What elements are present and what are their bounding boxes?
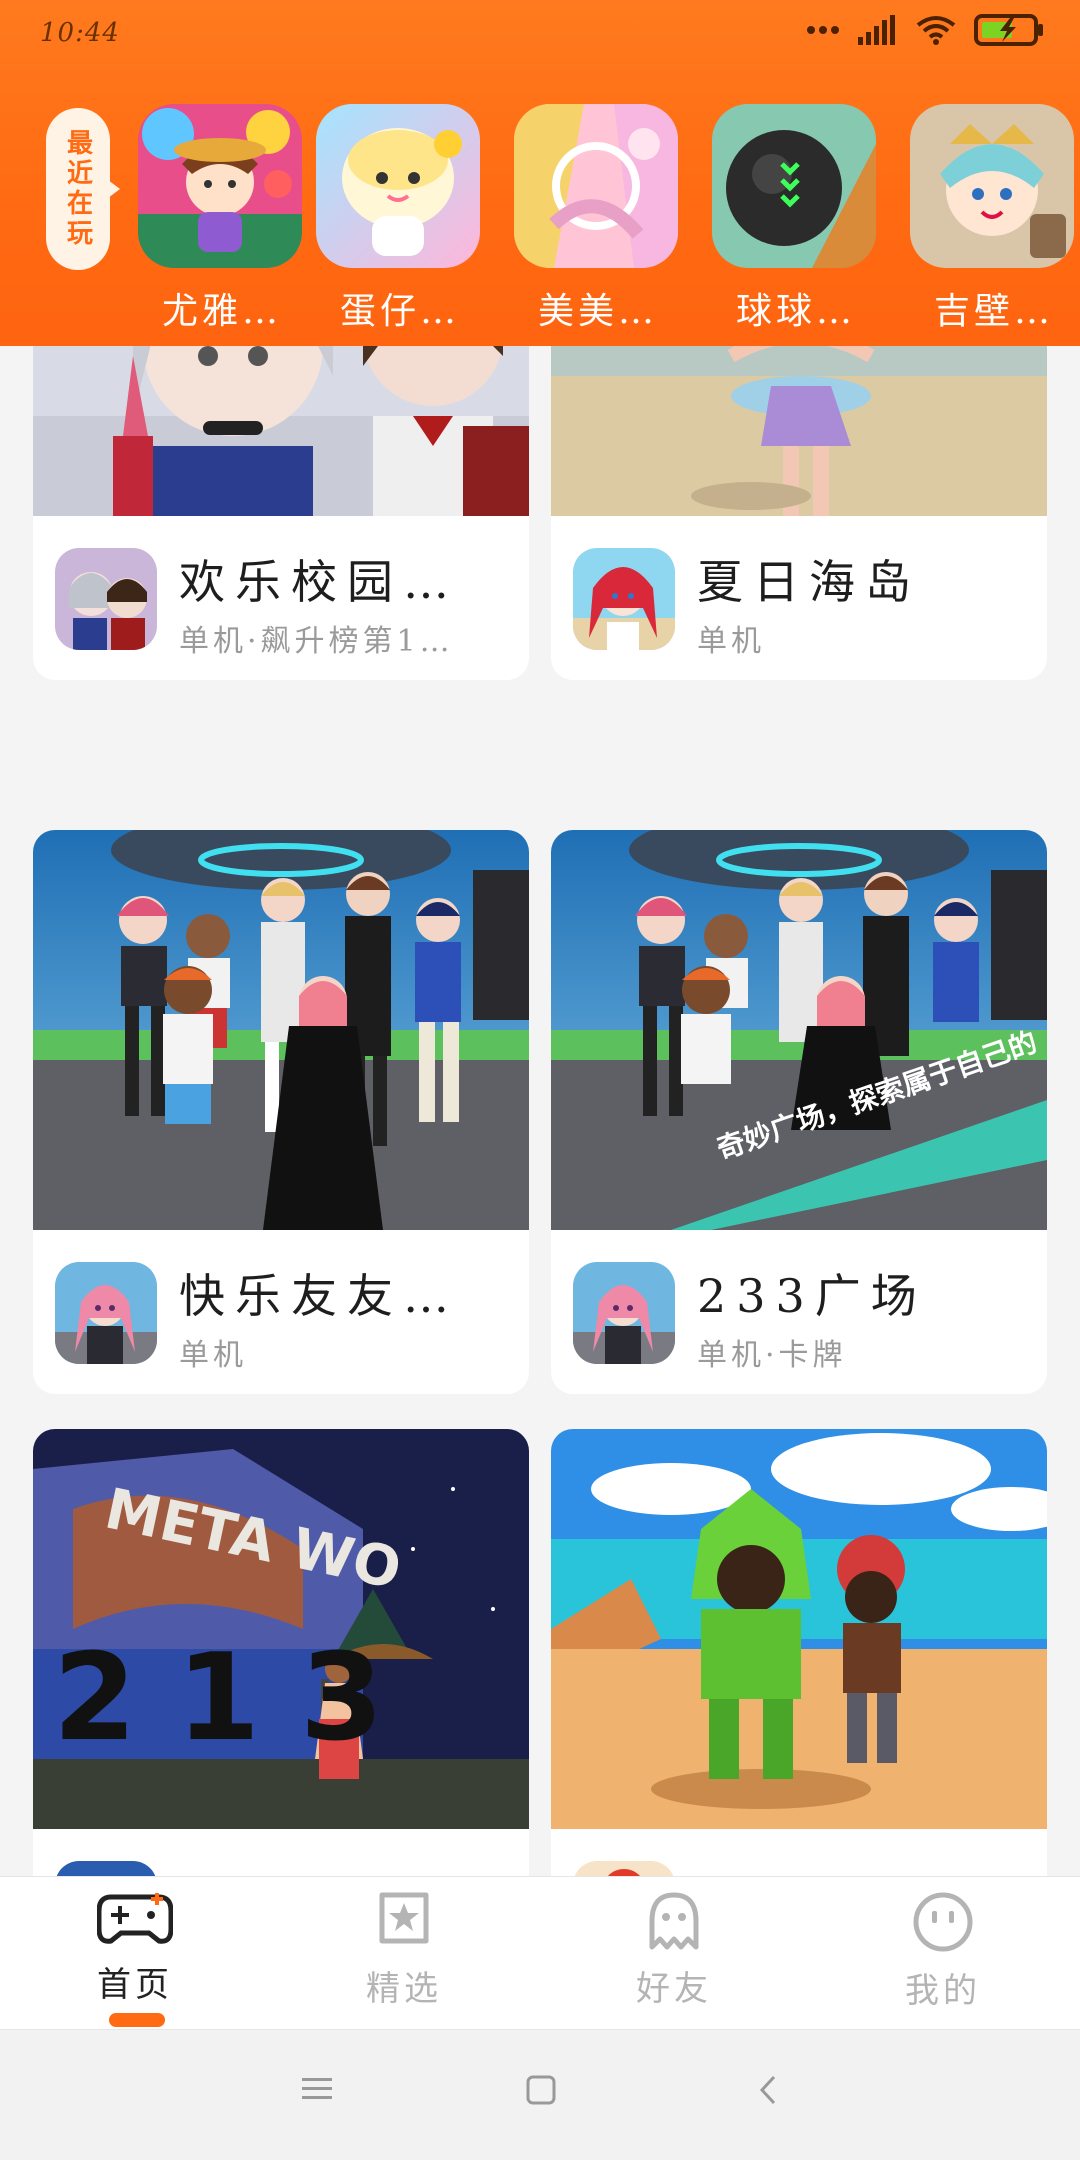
game-icon	[910, 104, 1074, 268]
game-icon	[55, 1861, 157, 1876]
game-card-info	[33, 1829, 529, 1876]
game-title: 欢乐校园…	[179, 555, 459, 609]
game-cover-image	[551, 1429, 1047, 1829]
status-time: 10:44	[40, 18, 120, 48]
tab-label: 精选	[366, 1969, 442, 2009]
game-title: 快乐友友…	[179, 1269, 459, 1323]
star-bookmark-icon	[334, 1891, 474, 1951]
game-card[interactable]: 快乐友友… 单机	[33, 830, 529, 1394]
tab-label: 好友	[636, 1969, 712, 2009]
game-icon	[573, 548, 675, 650]
game-card[interactable]: 欢乐校园… 单机·飙升榜第1…	[33, 346, 529, 680]
gamepad-icon	[65, 1891, 205, 1947]
game-icon	[138, 104, 302, 268]
tab-friends[interactable]: 好友	[604, 1891, 744, 2021]
recent-game-item[interactable]: 吉壁…	[910, 104, 1078, 334]
wifi-icon	[916, 15, 956, 45]
game-icon	[514, 104, 678, 268]
game-card[interactable]: META WO 213	[33, 1429, 529, 1876]
game-cover-image	[33, 830, 529, 1230]
game-subtitle: 单机	[697, 624, 765, 659]
game-subtitle: 单机·卡牌	[697, 1338, 847, 1373]
tab-me[interactable]: 我的	[873, 1891, 1013, 2021]
game-icon	[55, 548, 157, 650]
recent-game-label: 蛋仔…	[339, 291, 460, 332]
game-card[interactable]: 奇妙广场，探索属于自己的 233广场 单机·卡牌	[551, 830, 1047, 1394]
recent-game-label: 尤雅…	[161, 291, 282, 332]
recent-game-label: 美美…	[537, 291, 658, 332]
menu-icon[interactable]	[300, 2074, 334, 2108]
game-cover-image	[33, 346, 529, 516]
smiley-icon	[873, 1891, 1013, 1953]
back-chevron-icon[interactable]	[756, 2074, 780, 2110]
tab-label: 我的	[905, 1971, 981, 2011]
status-icons	[806, 14, 1044, 46]
top-header: 10:44 最近在玩 尤雅… 蛋仔… 美美… 球球… 吉壁…	[0, 0, 1080, 346]
game-subtitle: 单机·飙升榜第1…	[179, 624, 454, 659]
game-icon	[712, 104, 876, 268]
recently-played-tag: 最近在玩	[46, 108, 120, 270]
game-subtitle: 单机	[179, 1338, 247, 1373]
status-bar: 10:44	[0, 0, 1080, 70]
game-icon	[316, 104, 480, 268]
ghost-icon	[604, 1891, 744, 1951]
recently-played-list: 尤雅… 蛋仔… 美美… 球球… 吉壁…	[138, 104, 1080, 334]
tab-label: 首页	[97, 1965, 173, 2005]
game-cover-image: META WO 213	[33, 1429, 529, 1829]
recent-game-label: 吉壁…	[933, 291, 1054, 332]
battery-icon	[974, 14, 1044, 46]
recent-game-item[interactable]: 尤雅…	[138, 104, 306, 334]
tab-home[interactable]: 首页	[65, 1891, 205, 2027]
game-card-info: 233广场 单机·卡牌	[551, 1230, 1047, 1394]
recent-game-item[interactable]: 蛋仔…	[316, 104, 484, 334]
system-navigation-bar	[0, 2030, 1080, 2160]
game-icon	[573, 1861, 675, 1876]
cover-scene-number: 213	[53, 1629, 424, 1768]
bottom-tab-bar: 首页 精选 好友 我的	[0, 1876, 1080, 2030]
home-square-icon[interactable]	[525, 2074, 557, 2110]
game-cover-image	[551, 346, 1047, 516]
game-icon	[573, 1262, 675, 1364]
game-card-info	[551, 1829, 1047, 1876]
game-cover-image: 奇妙广场，探索属于自己的	[551, 830, 1047, 1230]
game-feed[interactable]: 欢乐校园… 单机·飙升榜第1… 夏日海岛 单机 快乐友友… 单机 奇妙广场，探索…	[0, 346, 1080, 1876]
active-tab-indicator	[109, 2013, 165, 2027]
recent-game-item[interactable]: 球球…	[712, 104, 880, 334]
game-card-info: 欢乐校园… 单机·飙升榜第1…	[33, 516, 529, 680]
game-card[interactable]: 夏日海岛 单机	[551, 346, 1047, 680]
more-dots-icon	[806, 25, 840, 35]
tab-featured[interactable]: 精选	[334, 1891, 474, 2021]
game-card-info: 夏日海岛 单机	[551, 516, 1047, 680]
game-card[interactable]	[551, 1429, 1047, 1876]
signal-icon	[858, 15, 898, 45]
game-card-info: 快乐友友… 单机	[33, 1230, 529, 1394]
recent-game-item[interactable]: 美美…	[514, 104, 682, 334]
game-icon	[55, 1262, 157, 1364]
game-title: 夏日海岛	[697, 555, 921, 609]
game-title: 233广场	[697, 1269, 927, 1323]
recent-game-label: 球球…	[735, 291, 856, 332]
